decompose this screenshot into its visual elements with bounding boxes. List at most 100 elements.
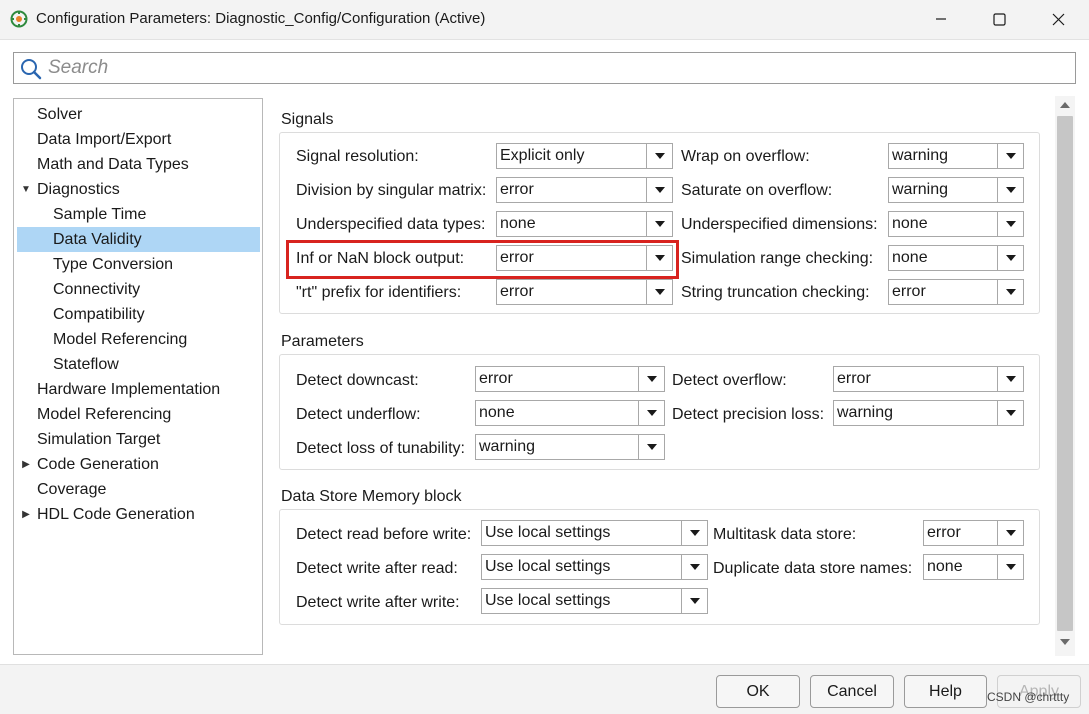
detect-precision-loss-label: Detect precision loss: — [672, 406, 825, 423]
app-icon — [10, 10, 28, 28]
underspecified-data-types-dropdown[interactable]: none — [496, 211, 673, 237]
tree-item-simulation-target[interactable]: Simulation Target — [17, 427, 260, 452]
tree-item-model-referencing[interactable]: Model Referencing — [17, 327, 260, 352]
title-bar: Configuration Parameters: Diagnostic_Con… — [0, 0, 1089, 40]
saturate-on-overflow-dropdown[interactable]: warning — [888, 177, 1024, 203]
search-icon — [21, 59, 42, 80]
underspecified-dimensions-value: none — [892, 215, 928, 232]
tree-item-type-conversion[interactable]: Type Conversion — [17, 252, 260, 277]
scroll-up-arrow-icon[interactable] — [1060, 102, 1070, 108]
tree-item-diagnostics[interactable]: ▼ Diagnostics — [17, 177, 260, 202]
detect-write-after-write-label: Detect write after write: — [296, 594, 460, 611]
division-singular-matrix-value: error — [500, 181, 534, 198]
detect-downcast-label: Detect downcast: — [296, 372, 419, 389]
help-button[interactable]: Help — [904, 675, 987, 708]
collapse-arrow-icon[interactable]: ▶ — [19, 502, 33, 527]
chevron-down-icon — [638, 435, 664, 459]
duplicate-data-store-names-dropdown[interactable]: none — [923, 554, 1024, 580]
vertical-scrollbar[interactable] — [1055, 96, 1075, 656]
detect-precision-loss-dropdown[interactable]: warning — [833, 400, 1024, 426]
chevron-down-icon — [646, 178, 672, 202]
tree-item-label: Data Validity — [53, 231, 142, 248]
category-tree: Solver Data Import/Export Math and Data Ty… — [13, 98, 263, 655]
cancel-button[interactable]: Cancel — [810, 675, 894, 708]
signal-resolution-dropdown[interactable]: Explicit only — [496, 143, 673, 169]
detect-read-before-write-dropdown[interactable]: Use local settings — [481, 520, 708, 546]
division-singular-matrix-label: Division by singular matrix: — [296, 182, 487, 199]
multitask-data-store-dropdown[interactable]: error — [923, 520, 1024, 546]
tree-item-label: Compatibility — [53, 306, 145, 323]
string-truncation-checking-dropdown[interactable]: error — [888, 279, 1024, 305]
detect-underflow-dropdown[interactable]: none — [475, 400, 665, 426]
close-button[interactable] — [1030, 0, 1086, 38]
chevron-down-icon — [638, 401, 664, 425]
underspecified-data-types-value: none — [500, 215, 536, 232]
wrap-on-overflow-label: Wrap on overflow: — [681, 148, 810, 165]
tree-item-label: Simulation Target — [37, 431, 161, 448]
saturate-on-overflow-value: warning — [892, 181, 949, 198]
simulation-range-checking-label: Simulation range checking: — [681, 250, 874, 267]
tree-item-label: Connectivity — [53, 281, 141, 298]
scroll-down-arrow-icon[interactable] — [1060, 639, 1070, 645]
division-singular-matrix-dropdown[interactable]: error — [496, 177, 673, 203]
chevron-down-icon — [997, 367, 1023, 391]
minimize-icon — [936, 18, 946, 20]
tree-item-label: Hardware Implementation — [37, 381, 221, 398]
tree-item-coverage[interactable]: Coverage — [17, 477, 260, 502]
underspecified-dimensions-dropdown[interactable]: none — [888, 211, 1024, 237]
scrollbar-thumb[interactable] — [1057, 116, 1073, 631]
collapse-arrow-icon[interactable]: ▶ — [19, 452, 33, 477]
minimize-button[interactable] — [913, 0, 969, 38]
search-input[interactable] — [48, 55, 1068, 81]
chevron-down-icon — [646, 144, 672, 168]
tree-item-sample-time[interactable]: Sample Time — [17, 202, 260, 227]
detect-underflow-value: none — [479, 404, 515, 421]
maximize-button[interactable] — [971, 0, 1027, 38]
multitask-data-store-label: Multitask data store: — [713, 526, 857, 543]
tree-item-solver[interactable]: Solver — [17, 102, 260, 127]
wrap-on-overflow-value: warning — [892, 147, 949, 164]
tree-item-hardware-implementation[interactable]: Hardware Implementation — [17, 377, 260, 402]
detect-write-after-write-dropdown[interactable]: Use local settings — [481, 588, 708, 614]
tree-item-hdl-code-generation[interactable]: ▶ HDL Code Generation — [17, 502, 260, 527]
expand-arrow-icon[interactable]: ▼ — [19, 177, 33, 202]
detect-write-after-read-value: Use local settings — [485, 558, 611, 575]
signal-resolution-value: Explicit only — [500, 147, 585, 164]
chevron-down-icon — [997, 144, 1023, 168]
window-title: Configuration Parameters: Diagnostic_Con… — [36, 10, 486, 27]
chevron-down-icon — [681, 589, 707, 613]
tree-item-code-generation[interactable]: ▶ Code Generation — [17, 452, 260, 477]
detect-overflow-dropdown[interactable]: error — [833, 366, 1024, 392]
detect-write-after-read-label: Detect write after read: — [296, 560, 458, 577]
dialog-footer: OK Cancel Help Apply CSDN @chrttty — [0, 664, 1089, 714]
chevron-down-icon — [681, 555, 707, 579]
tree-item-data-import-export[interactable]: Data Import/Export — [17, 127, 260, 152]
watermark-text: CSDN @chrttty — [987, 690, 1070, 704]
detect-loss-of-tunability-dropdown[interactable]: warning — [475, 434, 665, 460]
rt-prefix-dropdown[interactable]: error — [496, 279, 673, 305]
chevron-down-icon — [681, 521, 707, 545]
detect-underflow-label: Detect underflow: — [296, 406, 421, 423]
chevron-down-icon — [997, 521, 1023, 545]
tree-item-connectivity[interactable]: Connectivity — [17, 277, 260, 302]
tree-item-stateflow[interactable]: Stateflow — [17, 352, 260, 377]
tree-item-label: Solver — [37, 106, 83, 123]
detect-downcast-dropdown[interactable]: error — [475, 366, 665, 392]
wrap-on-overflow-dropdown[interactable]: warning — [888, 143, 1024, 169]
simulation-range-checking-dropdown[interactable]: none — [888, 245, 1024, 271]
tree-item-data-validity[interactable]: Data Validity — [17, 227, 260, 252]
chevron-down-icon — [997, 555, 1023, 579]
string-truncation-checking-label: String truncation checking: — [681, 284, 870, 301]
tree-item-label: Type Conversion — [53, 256, 174, 273]
tree-item-compatibility[interactable]: Compatibility — [17, 302, 260, 327]
duplicate-data-store-names-value: none — [927, 558, 963, 575]
string-truncation-checking-value: error — [892, 283, 926, 300]
detect-read-before-write-label: Detect read before write: — [296, 526, 472, 543]
tree-item-model-referencing[interactable]: Model Referencing — [17, 402, 260, 427]
tree-item-math-and-data-types[interactable]: Math and Data Types — [17, 152, 260, 177]
ok-button[interactable]: OK — [716, 675, 800, 708]
close-icon — [1052, 13, 1064, 25]
detect-loss-of-tunability-label: Detect loss of tunability: — [296, 440, 465, 457]
search-box[interactable] — [13, 52, 1076, 84]
detect-write-after-read-dropdown[interactable]: Use local settings — [481, 554, 708, 580]
